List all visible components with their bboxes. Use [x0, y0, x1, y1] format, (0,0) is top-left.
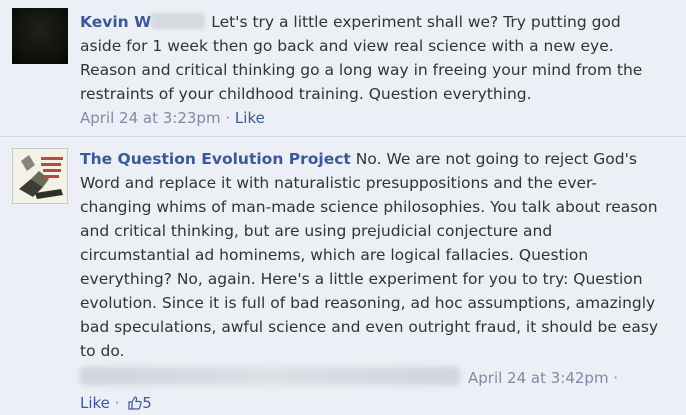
redacted-edit-history — [80, 367, 460, 385]
comment-author-link[interactable]: The Question Evolution Project — [80, 150, 351, 168]
avatar[interactable] — [12, 148, 68, 204]
comment-actions: Like · 5 — [80, 394, 152, 412]
meta-separator: · — [114, 394, 120, 412]
comment-body: Kevin W Let's try a little experiment sha… — [80, 10, 664, 106]
comment-kevin: Kevin W Let's try a little experiment sha… — [0, 0, 686, 136]
comment-meta: April 24 at 3:23pm · Like — [80, 109, 265, 127]
book-logo-icon — [13, 149, 67, 203]
comment-author-link[interactable]: Kevin W — [80, 13, 151, 31]
comment-timestamp[interactable]: April 24 at 3:23pm — [80, 109, 221, 127]
comment-timestamp[interactable]: April 24 at 3:42pm — [468, 369, 609, 387]
like-count[interactable]: 5 — [142, 394, 152, 412]
like-link[interactable]: Like — [80, 394, 110, 412]
avatar[interactable] — [12, 8, 68, 64]
comment-text: No. We are not going to reject God's Wor… — [80, 150, 659, 360]
thumbs-up-icon[interactable] — [128, 396, 142, 410]
meta-separator: · — [225, 109, 231, 127]
comment-body: The Question Evolution Project No. We ar… — [80, 147, 664, 363]
like-link[interactable]: Like — [235, 109, 265, 127]
meta-separator: · — [613, 369, 619, 387]
redacted-surname — [151, 13, 206, 29]
comment-meta: April 24 at 3:42pm · — [468, 369, 618, 387]
